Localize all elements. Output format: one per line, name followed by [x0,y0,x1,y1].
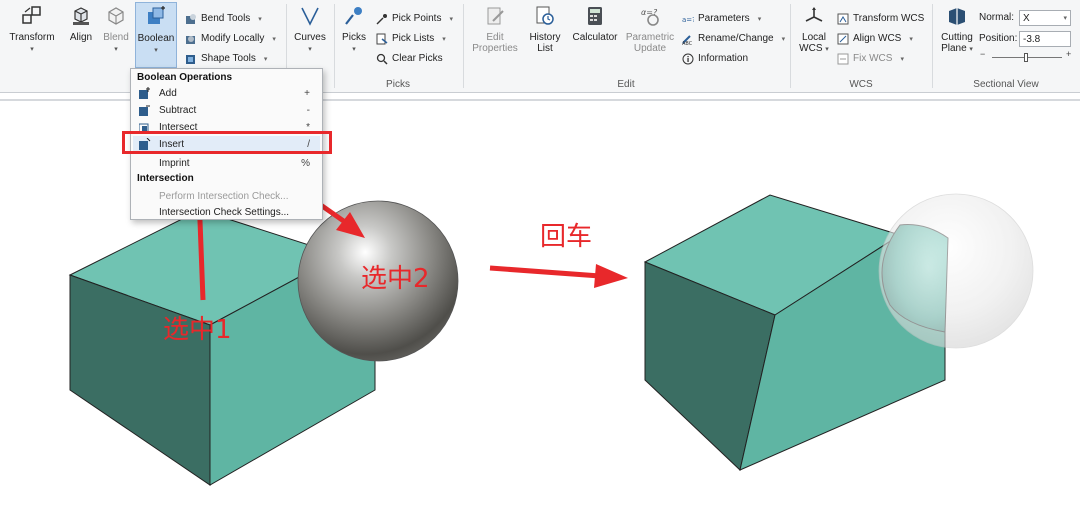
menu-item-add[interactable]: Add + [133,85,320,101]
align-button[interactable]: Align [66,4,96,43]
boolean-subtract-icon [138,104,151,117]
arrow-right-head [594,264,628,288]
transform-button[interactable]: Transform ▾ [8,4,56,55]
wcs-group: WCS [849,79,873,90]
annotation-enter: 回车 [540,222,593,252]
menu-item-perform-intersection-check[interactable]: Perform Intersection Check... [133,188,320,204]
boolean-button[interactable]: Boolean ▾ [135,2,177,68]
edit-group: Edit [617,79,635,90]
menu-header-boolean: Boolean Operations [137,72,233,83]
bend-tools-button[interactable]: Bend Tools ▾ [184,10,262,27]
menu-header-intersection: Intersection [137,173,194,184]
blend-label: Blend [103,32,129,43]
boolean-icon [144,5,168,29]
transform-label: Transform [9,32,55,43]
menu-item-intersection-check-settings[interactable]: Intersection Check Settings... [133,204,320,220]
shape-tools-button[interactable]: Shape Tools ▾ [184,50,267,67]
align-icon [69,4,93,28]
align-label: Align [69,32,93,43]
arrow-right [489,265,601,279]
bend-tools-icon [184,12,197,25]
blend-icon [104,4,128,28]
chevron-down-icon: ▾ [258,15,262,23]
annotation-select-2: 选中2 [361,264,430,294]
menu-item-subtract[interactable]: Subtract - [133,102,320,118]
chevron-down-icon: ▾ [114,46,118,53]
chevron-down-icon: ▾ [30,46,34,53]
insert-highlight-annotation [122,131,332,154]
modify-locally-icon [184,32,197,45]
menu-item-imprint[interactable]: Imprint % [133,155,320,171]
annotation-select-1: 选中1 [163,315,232,345]
chevron-down-icon: ▾ [154,47,158,54]
modify-locally-button[interactable]: Modify Locally ▾ [184,30,276,47]
chevron-down-icon: ▾ [263,55,268,63]
chevron-down-icon: ▾ [308,46,312,53]
blend-button[interactable]: Blend ▾ [101,4,131,55]
shape-tools-icon [184,52,197,65]
boolean-add-icon [138,87,151,100]
picks-group: Picks [386,79,410,90]
transform-icon [20,4,44,28]
sectional-view-group: Sectional View [973,79,1039,90]
curves-icon [298,4,322,28]
curves-button[interactable]: Curves ▾ [292,4,328,55]
transparent-sphere[interactable] [878,193,1034,349]
boolean-label: Boolean [137,33,175,44]
chevron-down-icon: ▾ [272,35,276,43]
